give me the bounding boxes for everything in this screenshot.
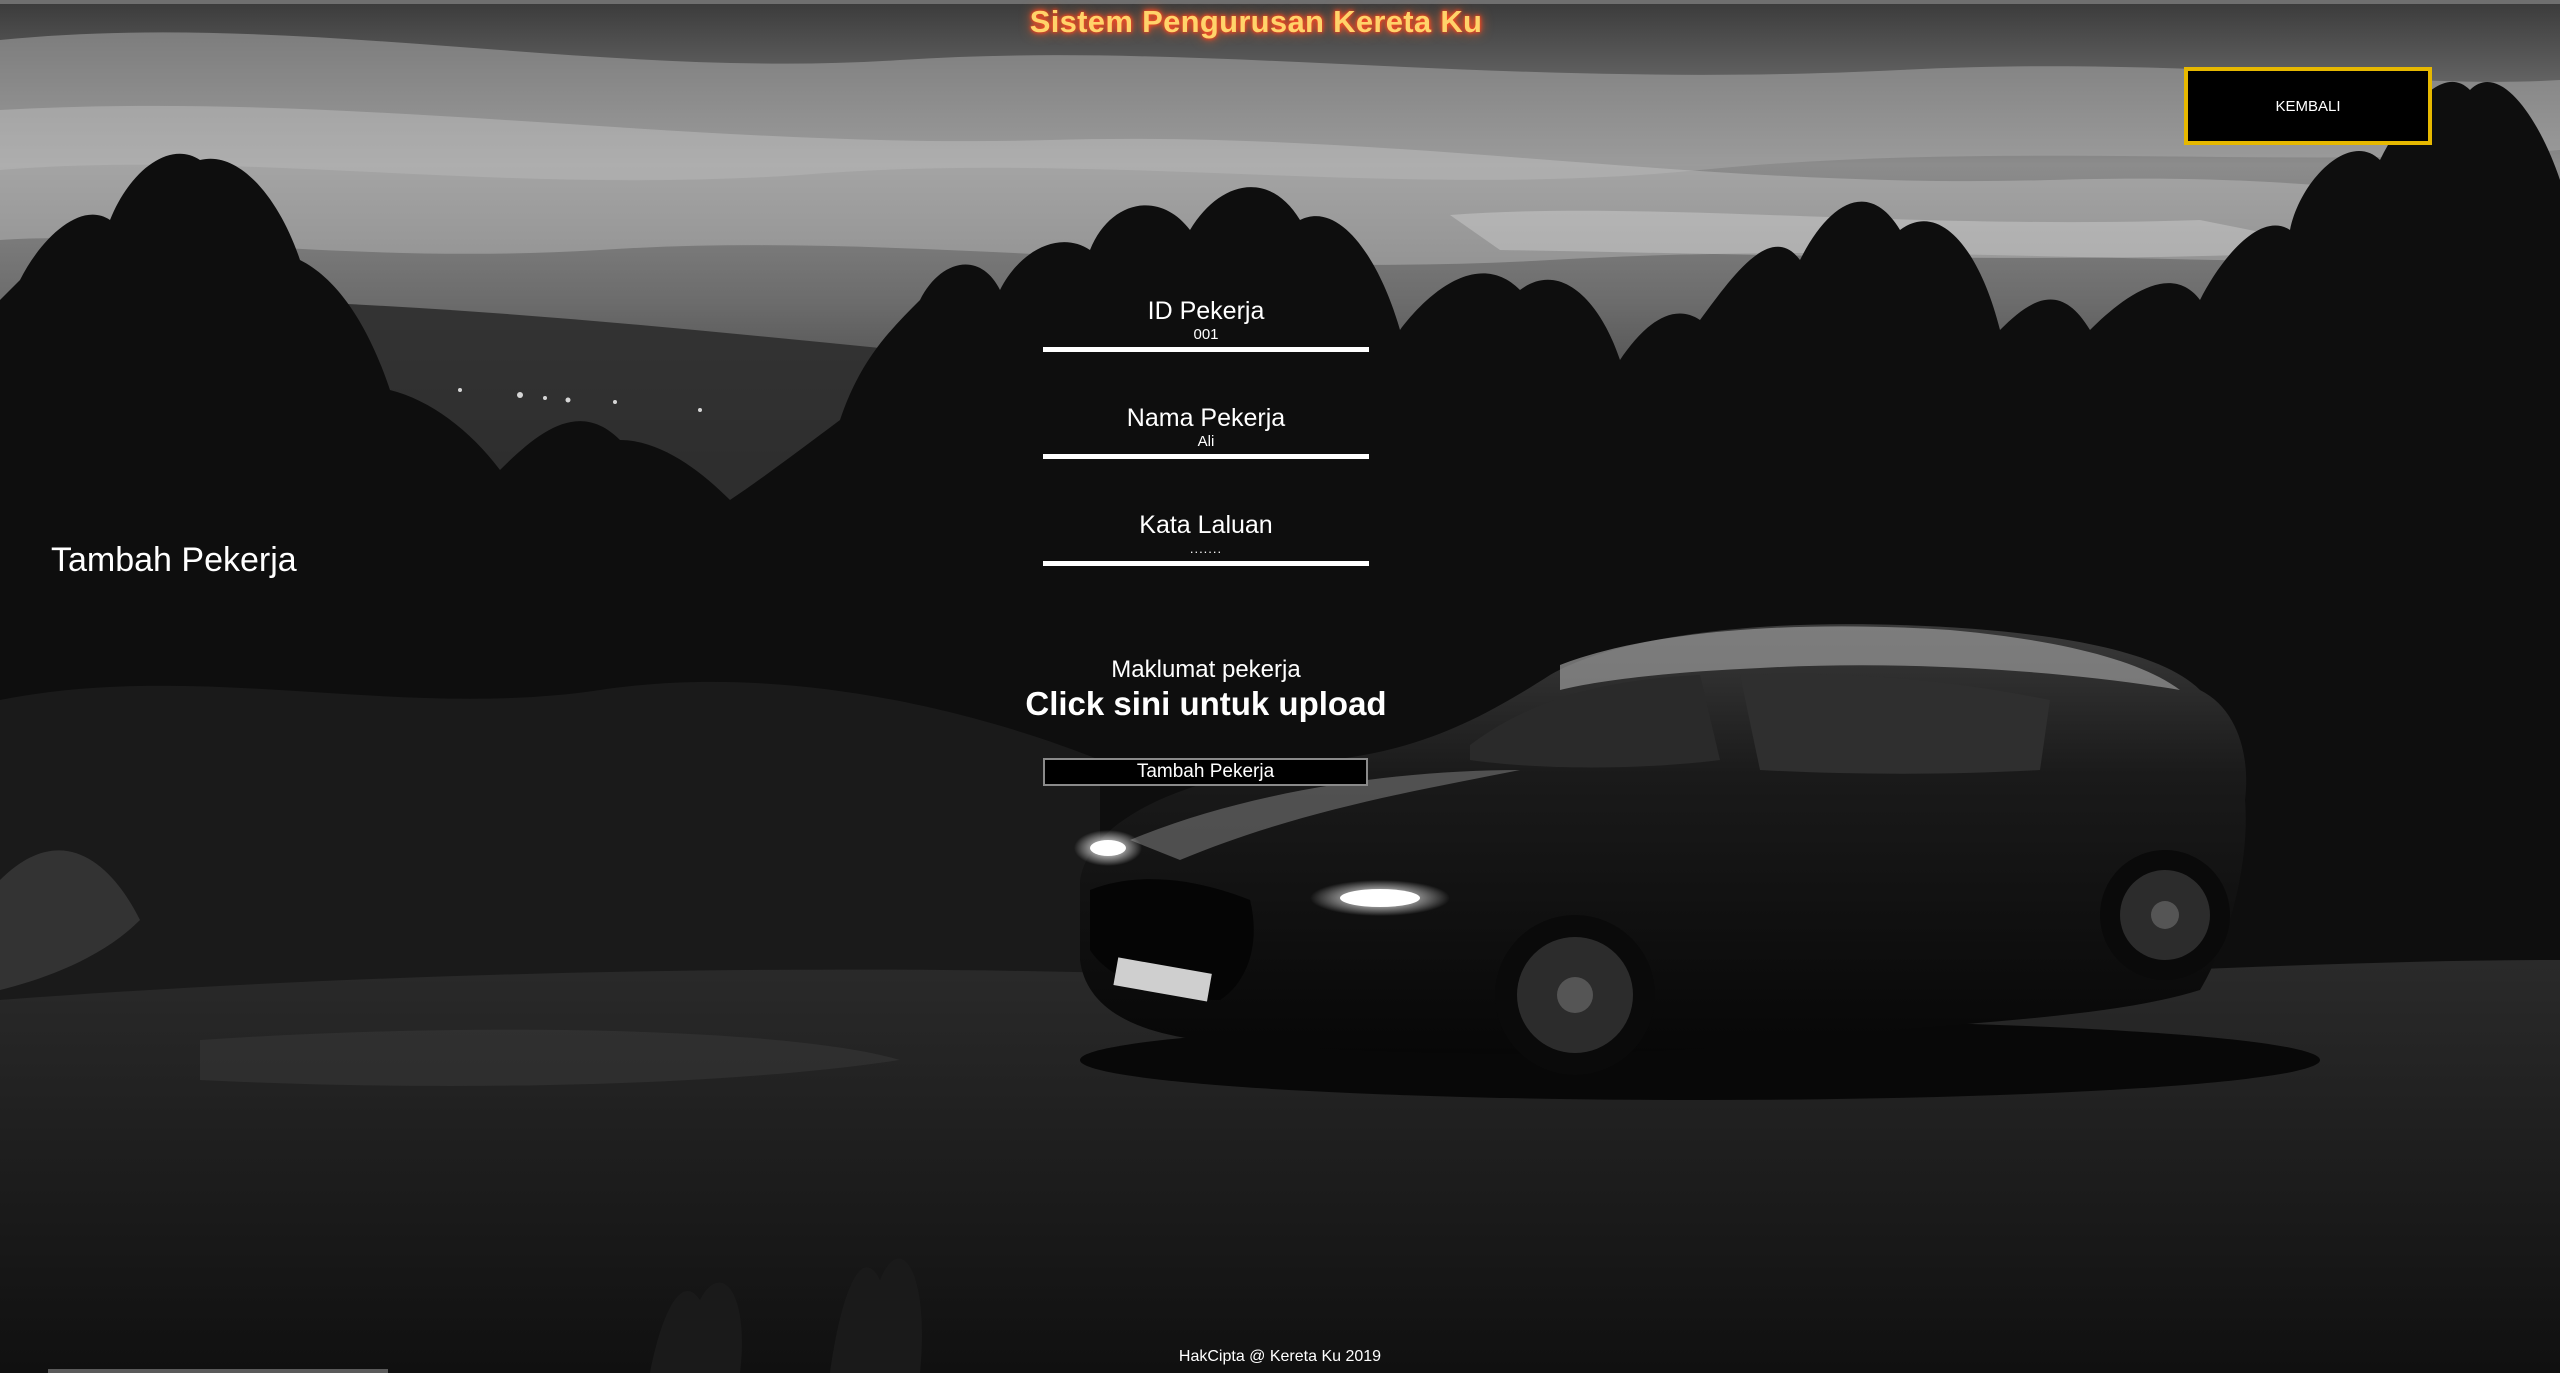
- employee-name-label: Nama Pekerja: [1126, 404, 1286, 432]
- password-input[interactable]: [1043, 540, 1369, 566]
- employee-id-field: ID Pekerja: [1043, 296, 1369, 353]
- employee-name-field: Nama Pekerja: [1043, 403, 1369, 460]
- site-title: Sistem Pengurusan Kereta Ku: [1029, 4, 1483, 39]
- employee-name-input[interactable]: [1043, 433, 1369, 459]
- upload-block: Maklumat pekerja Click sini untuk upload: [943, 655, 1469, 723]
- horizontal-scrollbar[interactable]: [48, 1369, 388, 1373]
- add-employee-button[interactable]: Tambah Pekerja: [1043, 758, 1368, 786]
- upload-label: Maklumat pekerja: [1111, 656, 1301, 683]
- upload-link[interactable]: Click sini untuk upload: [943, 685, 1469, 723]
- add-employee-form: ID Pekerja Nama Pekerja Kata Laluan: [1043, 296, 1369, 617]
- back-button[interactable]: KEMBALI: [2184, 67, 2432, 145]
- password-label: Kata Laluan: [1139, 511, 1273, 539]
- page-heading: Tambah Pekerja: [51, 541, 297, 579]
- footer-copyright: HakCipta @ Kereta Ku 2019: [1178, 1348, 1382, 1365]
- employee-id-label: ID Pekerja: [1147, 297, 1265, 325]
- employee-id-input[interactable]: [1043, 326, 1369, 352]
- page: Sistem Pengurusan Kereta Ku KEMBALI Tamb…: [0, 0, 2560, 1373]
- password-field: Kata Laluan: [1043, 510, 1369, 567]
